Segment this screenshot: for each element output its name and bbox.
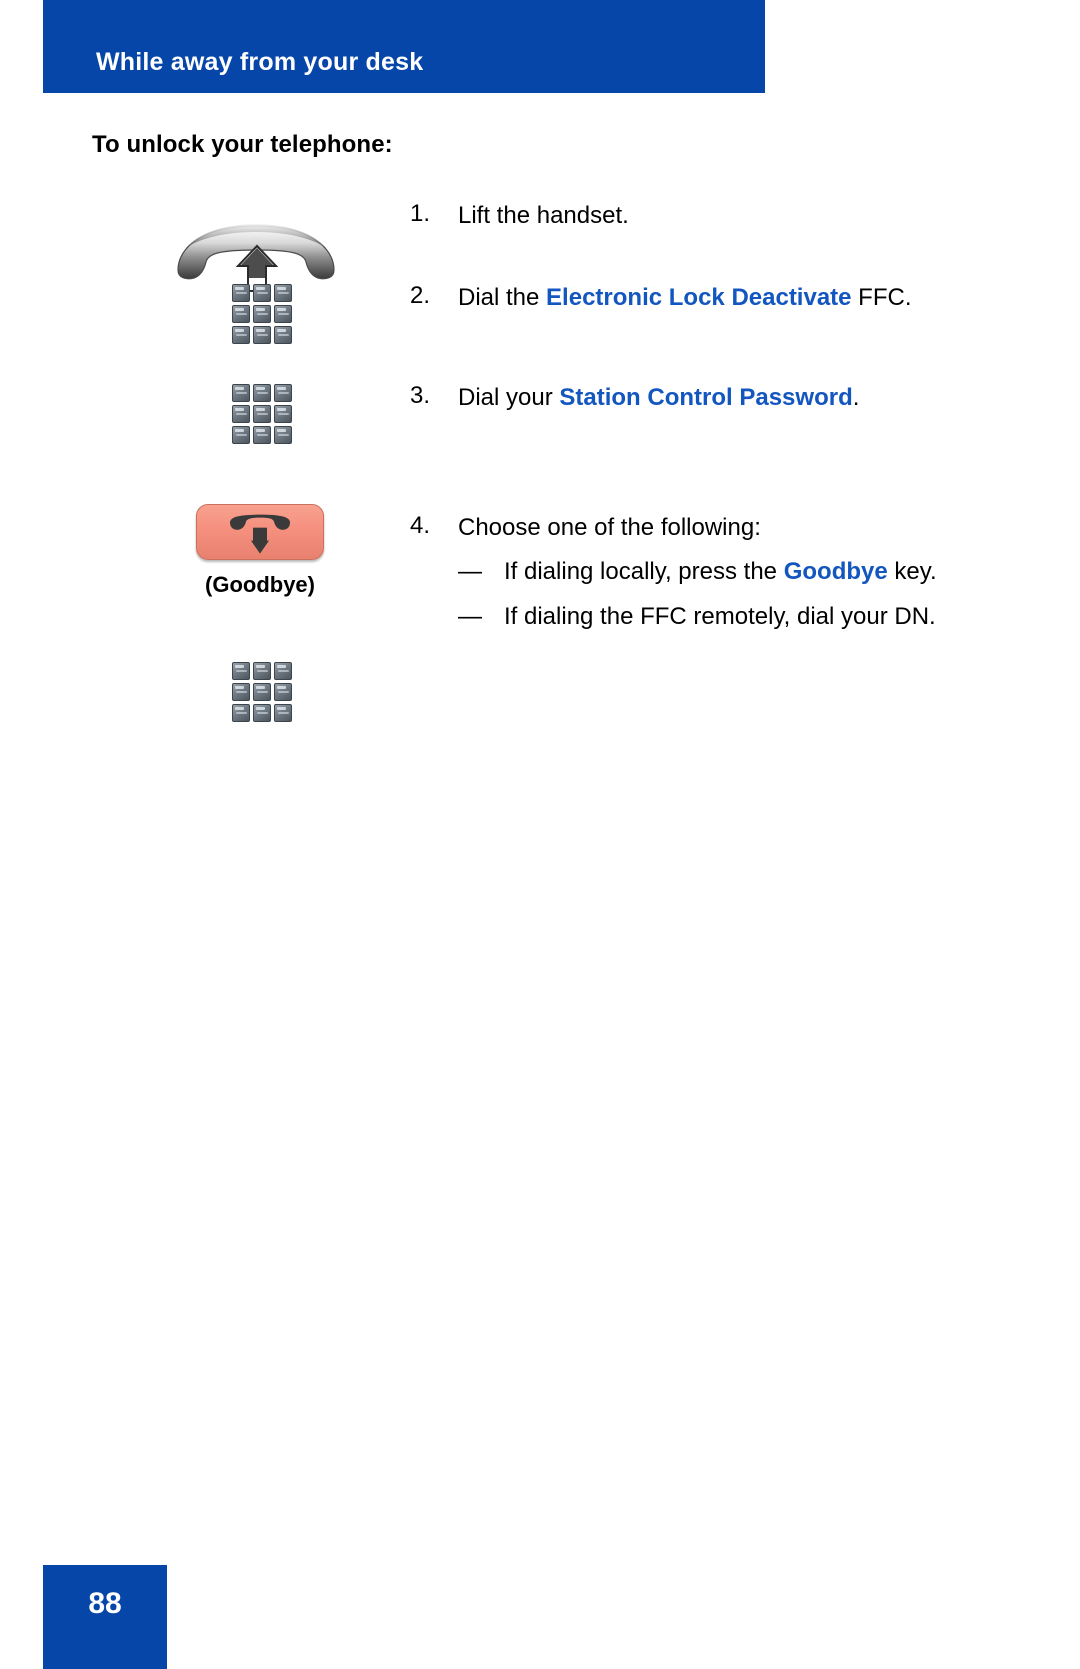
dialpad-key [232,326,250,344]
step-text: Dial your Station Control Password. [458,382,970,414]
procedure-steps-list: 1. Lift the handset. 2. Dial the Electro… [0,200,1080,850]
sublist-dash: — [458,603,482,631]
dialpad-key [232,284,250,302]
dialpad-key [232,384,250,402]
goodbye-key-button[interactable] [196,504,324,560]
step4-sublist: — If dialing locally, press the Goodbye … [458,556,970,633]
step-text-highlight: Station Control Password [559,384,853,411]
step-text-before: Dial your [458,384,560,411]
dialpad-key [232,683,250,701]
section-heading: To unlock your telephone: [92,131,393,158]
step-row: (Goodbye) 4. Choose one of the following… [0,504,1080,850]
dialpad-key [274,284,292,302]
dialpad-key [253,662,271,680]
dialpad-icon [232,384,292,444]
page-footer-band: 88 [43,1565,167,1669]
dialpad-key [274,384,292,402]
step-icon-cell: (Goodbye) [0,504,400,850]
sublist-text-before: If dialing locally, press the [504,557,784,585]
step-number: 3. [410,382,431,409]
handset-hangup-icon [230,514,290,554]
dialpad-key [232,704,250,722]
step-text-cell: 3. Dial your Station Control Password. [410,382,970,414]
step-number: 2. [410,282,431,309]
step-text-cell: 4. Choose one of the following: — If dia… [410,512,970,647]
step-text: Dial the Electronic Lock Deactivate FFC. [458,282,970,314]
dialpad-key [232,426,250,444]
dialpad-key [253,284,271,302]
step-text-before: Dial the [458,284,547,311]
dialpad-icon [232,284,292,344]
dialpad-key [253,704,271,722]
step-number: 1. [410,200,431,227]
sublist-item: — If dialing locally, press the Goodbye … [458,556,970,588]
dialpad-key [232,662,250,680]
step-text: Lift the handset. [458,200,970,232]
dialpad-key [274,405,292,423]
dialpad-key [274,662,292,680]
dialpad-key [253,683,271,701]
page-number: 88 [88,1587,122,1620]
step-text-cell: 1. Lift the handset. [410,200,970,232]
dialpad-key [253,426,271,444]
goodbye-key-label: (Goodbye) [205,572,315,597]
goodbye-key-icon[interactable]: (Goodbye) [180,504,380,598]
dialpad-key [253,305,271,323]
sublist-text-after: key. [887,557,937,585]
step-text-after: . [852,384,860,411]
dialpad-key [274,426,292,444]
dialpad-icon [232,662,292,722]
step-text-highlight: Electronic Lock Deactivate [546,284,852,311]
sublist-dash: — [458,557,482,585]
sublist-item: — If dialing the FFC remotely, dial your… [458,601,970,633]
sublist-text-before: If dialing the FFC remotely, dial your D… [504,603,936,631]
dialpad-key [274,326,292,344]
step-text-after: FFC. [851,284,912,311]
dialpad-key [274,305,292,323]
dialpad-key [253,384,271,402]
step-number: 4. [410,512,431,539]
dialpad-key [232,305,250,323]
dialpad-key [232,405,250,423]
step-icon-cell [0,284,400,460]
dialpad-key [253,405,271,423]
dialpad-key [274,683,292,701]
step-text-before: Lift the handset. [458,202,629,229]
sublist-text-highlight: Goodbye [783,557,888,585]
page-header-band: While away from your desk [43,0,765,93]
step-icon-cell [0,200,400,330]
step-text: Choose one of the following: [458,512,970,544]
dialpad-key [253,326,271,344]
dialpad-key [274,704,292,722]
step-text-cell: 2. Dial the Electronic Lock Deactivate F… [410,282,970,314]
step-text-before: Choose one of the following: [458,514,761,541]
page-header-title: While away from your desk [96,48,424,76]
